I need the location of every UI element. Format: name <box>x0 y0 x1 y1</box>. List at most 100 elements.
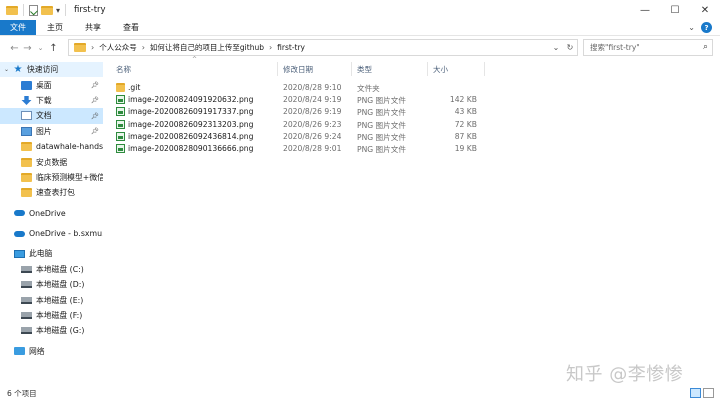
nav-drive-d[interactable]: 本地磁盘 (D:) <box>0 277 103 292</box>
folder-icon <box>74 43 86 52</box>
nav-network[interactable]: 网络 <box>0 344 103 359</box>
desktop-icon <box>21 80 32 90</box>
expand-ribbon-icon[interactable]: ⌄ <box>688 23 695 32</box>
navigation-pane: ⌄ ★ 快速访问 桌面 📌︎ 下载 📌︎ 文档 📌︎ 图片 📌︎ datawha… <box>0 62 103 382</box>
nav-drive-c[interactable]: 本地磁盘 (C:) <box>0 262 103 277</box>
divider <box>65 4 67 16</box>
tab-file[interactable]: 文件 <box>0 20 36 35</box>
column-header-name[interactable]: 名称 <box>116 64 131 75</box>
chevron-right-icon[interactable]: › <box>91 43 94 52</box>
network-icon <box>14 347 25 356</box>
file-name: image-20200826092436814.png <box>128 131 254 141</box>
file-date: 2020/8/24 9:19 <box>283 95 342 105</box>
column-header-size[interactable]: 大小 <box>433 64 448 75</box>
file-row[interactable]: .git 2020/8/28 9:10 文件夹 <box>113 82 485 94</box>
ribbon-tabs: 文件 主页 共享 查看 ⌄ ? <box>0 20 720 36</box>
ribbon-right: ⌄ ? <box>688 20 720 35</box>
column-header-date[interactable]: 修改日期 <box>283 64 313 75</box>
help-icon[interactable]: ? <box>701 22 712 33</box>
file-date: 2020/8/26 9:23 <box>283 119 342 129</box>
file-row[interactable]: image-20200826091917337.png 2020/8/26 9:… <box>113 106 485 118</box>
breadcrumb-item[interactable]: 个人公众号 <box>99 42 137 53</box>
nav-label: 临床预测模型+微信 <box>36 172 103 182</box>
nav-label: 网络 <box>29 346 45 356</box>
file-date: 2020/8/28 9:01 <box>283 143 342 153</box>
nav-item-documents[interactable]: 文档 📌︎ <box>0 108 103 124</box>
nav-label: 本地磁盘 (G:) <box>36 326 85 336</box>
details-view-icon[interactable] <box>690 388 701 398</box>
column-divider[interactable] <box>351 62 352 76</box>
file-row[interactable]: image-20200828090136666.png 2020/8/28 9:… <box>113 143 485 155</box>
file-type: PNG 图片文件 <box>357 144 406 154</box>
chevron-down-icon[interactable]: ⌄ <box>549 43 563 52</box>
maximize-button[interactable]: ☐ <box>660 0 690 20</box>
nav-item-pictures[interactable]: 图片 📌︎ <box>0 124 103 139</box>
search-placeholder: 搜索"first-try" <box>590 43 640 52</box>
pictures-icon <box>21 126 32 136</box>
chevron-down-icon[interactable]: ⌄ <box>4 66 12 73</box>
nav-label: 图片 <box>36 126 52 136</box>
large-icons-view-icon[interactable] <box>703 388 714 398</box>
png-file-icon <box>116 95 125 105</box>
nav-item-datawhale[interactable]: datawhale-hands- <box>0 139 103 154</box>
close-button[interactable]: ✕ <box>690 0 720 20</box>
nav-drive-e[interactable]: 本地磁盘 (E:) <box>0 292 103 307</box>
forward-arrow-icon[interactable]: → <box>21 43 34 54</box>
new-folder-icon[interactable] <box>41 5 53 15</box>
nav-label: datawhale-hands- <box>36 142 103 152</box>
file-size: 142 KB <box>449 95 477 105</box>
nav-item-clinical[interactable]: 临床预测模型+微信 <box>0 170 103 185</box>
address-bar[interactable]: › 个人公众号 › 如何让将自己的项目上传至github › first-try… <box>68 39 578 56</box>
file-row[interactable]: image-20200826092313203.png 2020/8/26 9:… <box>113 119 485 131</box>
file-row[interactable]: image-20200826092436814.png 2020/8/26 9:… <box>113 131 485 143</box>
breadcrumb-item[interactable]: first-try <box>277 43 305 52</box>
title-bar: ▾ first-try — ☐ ✕ <box>0 0 720 20</box>
nav-this-pc[interactable]: 此电脑 <box>0 246 103 261</box>
nav-label: 快速访问 <box>27 65 59 75</box>
up-arrow-icon[interactable]: ↑ <box>47 43 60 54</box>
nav-item-desktop[interactable]: 桌面 📌︎ <box>0 77 103 92</box>
drive-icon <box>21 327 32 335</box>
watermark: 知乎 @李惨惨 <box>566 364 684 385</box>
nav-quick-access[interactable]: ⌄ ★ 快速访问 <box>0 62 103 78</box>
file-name: .git <box>128 83 141 92</box>
column-divider[interactable] <box>277 62 278 76</box>
recent-locations-icon[interactable]: ⌄ <box>34 44 47 52</box>
nav-label: 文档 <box>36 111 52 121</box>
file-list: .git 2020/8/28 9:10 文件夹 image-2020082409… <box>113 82 485 155</box>
tab-view[interactable]: 查看 <box>112 20 150 35</box>
vertical-scrollbar[interactable] <box>708 62 718 382</box>
chevron-right-icon[interactable]: › <box>142 43 145 52</box>
tab-share[interactable]: 共享 <box>74 20 112 35</box>
nav-item-anzhen[interactable]: 安贞数据 <box>0 154 103 169</box>
customize-toolbar-icon[interactable]: ▾ <box>56 6 60 15</box>
window-controls: — ☐ ✕ <box>630 0 720 20</box>
column-divider[interactable] <box>427 62 428 76</box>
documents-icon <box>21 111 32 121</box>
nav-drive-g[interactable]: 本地磁盘 (G:) <box>0 323 103 338</box>
breadcrumb-item[interactable]: 如何让将自己的项目上传至github <box>150 42 264 53</box>
divider <box>23 4 24 16</box>
nav-label: 本地磁盘 (F:) <box>36 311 83 321</box>
nav-label: OneDrive <box>29 208 66 218</box>
folder-icon <box>21 157 32 167</box>
item-count: 6 个项目 <box>7 389 37 398</box>
nav-label: 下载 <box>36 95 52 105</box>
file-row[interactable]: image-20200824091920632.png 2020/8/24 9:… <box>113 94 485 106</box>
column-header-type[interactable]: 类型 <box>357 64 372 75</box>
nav-drive-f[interactable]: 本地磁盘 (F:) <box>0 308 103 323</box>
chevron-right-icon[interactable]: › <box>269 43 272 52</box>
nav-item-downloads[interactable]: 下载 📌︎ <box>0 93 103 108</box>
refresh-icon[interactable]: ↻ <box>563 43 577 52</box>
column-divider[interactable] <box>484 62 485 76</box>
back-arrow-icon[interactable]: ← <box>8 43 21 54</box>
tab-home[interactable]: 主页 <box>36 20 74 35</box>
properties-icon[interactable] <box>29 4 38 16</box>
nav-item-cheatsheets[interactable]: 速查表打包 <box>0 185 103 200</box>
minimize-button[interactable]: — <box>630 0 660 20</box>
pin-icon: 📌︎ <box>90 81 99 90</box>
file-size: 72 KB <box>454 119 477 129</box>
search-input[interactable]: 搜索"first-try" ⌕ <box>583 39 713 56</box>
nav-onedrive[interactable]: OneDrive <box>0 206 103 221</box>
nav-onedrive-business[interactable]: OneDrive - b.sxmu. <box>0 226 103 241</box>
